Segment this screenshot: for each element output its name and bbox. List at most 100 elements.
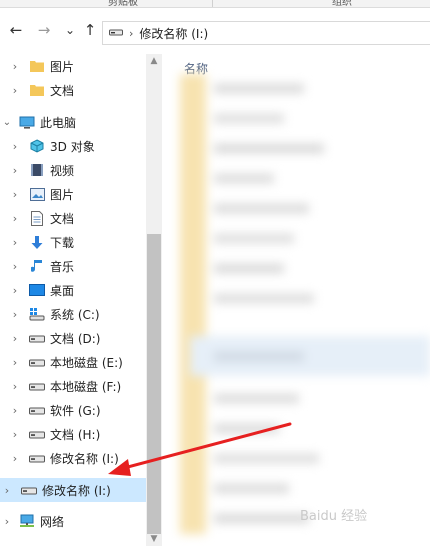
expand-arrow-icon[interactable]: › [2, 515, 12, 528]
expand-arrow-icon[interactable]: › [10, 140, 20, 153]
tree-item-drive-h[interactable]: › 文档 (H:) [0, 422, 146, 446]
navigation-pane-scrollbar[interactable]: ▲ ▼ [146, 54, 162, 546]
expand-arrow-icon[interactable]: › [10, 332, 20, 345]
expand-arrow-icon[interactable]: › [10, 212, 20, 225]
tree-item-label: 此电脑 [40, 115, 77, 130]
expand-arrow-icon[interactable]: › [10, 356, 20, 369]
tree-item-drive-e[interactable]: › 本地磁盘 (E:) [0, 350, 146, 374]
tree-item-label: 视频 [50, 163, 75, 178]
navigation-pane: › 图片 › 文档 ⌄ 此电脑 › 3D 对象 › 视频 › 图片 › 文档 ›… [0, 54, 146, 550]
drive-icon [28, 449, 46, 467]
expand-arrow-icon[interactable]: › [10, 380, 20, 393]
expand-arrow-icon[interactable]: › [10, 308, 20, 321]
tree-item-label: 系统 (C:) [50, 307, 100, 322]
address-path[interactable]: 修改名称 (I:) [139, 25, 208, 42]
expand-arrow-icon[interactable]: › [10, 428, 20, 441]
tree-item-label: 文档 (D:) [50, 331, 101, 346]
tree-item-label: 3D 对象 [50, 139, 95, 154]
tree-item-label: 修改名称 (I:) [42, 483, 111, 498]
drive-icon [20, 481, 38, 499]
back-button[interactable]: ← [6, 20, 26, 40]
expand-arrow-icon[interactable]: › [10, 236, 20, 249]
tree-item-label: 软件 (G:) [50, 403, 101, 418]
document-icon [28, 209, 46, 227]
expand-arrow-icon[interactable]: › [10, 404, 20, 417]
drive-icon [28, 329, 46, 347]
tree-item-label: 本地磁盘 (E:) [50, 355, 123, 370]
tree-item-drive-d[interactable]: › 文档 (D:) [0, 326, 146, 350]
tree-item-label: 文档 [50, 211, 75, 226]
chevron-down-icon: ⌄ [64, 23, 76, 37]
tree-item-label: 下载 [50, 235, 75, 250]
file-list-pane[interactable]: 名称 [162, 54, 430, 550]
tree-item-label: 文档 (H:) [50, 427, 101, 442]
tree-item-label: 修改名称 (I:) [50, 451, 119, 466]
folder-icon [28, 57, 46, 75]
tree-item-drive-f[interactable]: › 本地磁盘 (F:) [0, 374, 146, 398]
drive-icon [28, 425, 46, 443]
collapse-arrow-icon[interactable]: ⌄ [2, 117, 12, 128]
video-icon [28, 161, 46, 179]
tree-item-drive-i[interactable]: › 修改名称 (I:) [0, 446, 146, 470]
drive-icon [109, 26, 123, 40]
tree-item-documents-quick[interactable]: › 文档 [0, 78, 146, 102]
tree-item-this-pc[interactable]: ⌄ 此电脑 [0, 110, 146, 134]
network-icon [18, 512, 36, 530]
tree-item-pictures-quick[interactable]: › 图片 [0, 54, 146, 78]
tree-item-drive-c[interactable]: › 系统 (C:) [0, 302, 146, 326]
scrollbar-thumb[interactable] [147, 234, 161, 534]
tree-item-network[interactable]: › 网络 [0, 509, 146, 533]
forward-button[interactable]: → [34, 20, 54, 40]
scroll-down-icon[interactable]: ▼ [146, 534, 162, 546]
computer-icon [18, 113, 36, 131]
expand-arrow-icon[interactable]: › [10, 60, 20, 73]
ribbon-organize-label[interactable]: 组织 [332, 0, 352, 7]
path-chevron-icon[interactable]: › [129, 27, 133, 40]
address-bar[interactable]: › 修改名称 (I:) [102, 21, 430, 45]
tree-item-label: 图片 [50, 187, 75, 202]
expand-arrow-icon[interactable]: › [10, 284, 20, 297]
expand-arrow-icon[interactable]: › [10, 260, 20, 273]
music-note-icon [28, 257, 46, 275]
tree-item-label: 音乐 [50, 259, 75, 274]
watermark-text: Baidu 经验 [300, 509, 368, 524]
system-drive-icon [28, 305, 46, 323]
drive-icon [28, 401, 46, 419]
tree-item-downloads[interactable]: › 下载 [0, 230, 146, 254]
expand-arrow-icon[interactable]: › [10, 164, 20, 177]
tree-item-documents[interactable]: › 文档 [0, 206, 146, 230]
tree-item-drive-g[interactable]: › 软件 (G:) [0, 398, 146, 422]
ribbon-clipboard-label[interactable]: 剪贴板 [108, 0, 138, 7]
expand-arrow-icon[interactable]: › [10, 84, 20, 97]
tree-item-pictures[interactable]: › 图片 [0, 182, 146, 206]
download-arrow-icon [28, 233, 46, 251]
tree-item-3d-objects[interactable]: › 3D 对象 [0, 134, 146, 158]
drive-icon [28, 377, 46, 395]
folder-icon [28, 81, 46, 99]
tree-item-label: 图片 [50, 59, 75, 74]
tree-item-label: 本地磁盘 (F:) [50, 379, 122, 394]
tree-item-drive-i-selected[interactable]: › 修改名称 (I:) [0, 478, 146, 502]
forward-arrow-icon: → [37, 21, 51, 39]
back-arrow-icon: ← [9, 21, 23, 39]
tree-item-label: 网络 [40, 514, 65, 529]
ribbon-divider [212, 0, 213, 7]
tree-item-label: 桌面 [50, 283, 75, 298]
cube-3d-icon [28, 137, 46, 155]
up-button[interactable]: ↑ [80, 20, 100, 40]
tree-item-videos[interactable]: › 视频 [0, 158, 146, 182]
expand-arrow-icon[interactable]: › [2, 484, 12, 497]
tree-item-music[interactable]: › 音乐 [0, 254, 146, 278]
blurred-file-list [180, 74, 430, 544]
expand-arrow-icon[interactable]: › [10, 452, 20, 465]
drive-icon [28, 353, 46, 371]
desktop-icon [28, 281, 46, 299]
recent-locations-button[interactable]: ⌄ [60, 20, 80, 40]
picture-icon [28, 185, 46, 203]
scroll-up-icon[interactable]: ▲ [146, 56, 162, 70]
ribbon-strip: 剪贴板 组织 [0, 0, 430, 8]
navigation-bar: ← → ⌄ ↑ › 修改名称 (I:) [0, 8, 430, 54]
up-arrow-icon: ↑ [83, 21, 97, 39]
expand-arrow-icon[interactable]: › [10, 188, 20, 201]
tree-item-desktop[interactable]: › 桌面 [0, 278, 146, 302]
